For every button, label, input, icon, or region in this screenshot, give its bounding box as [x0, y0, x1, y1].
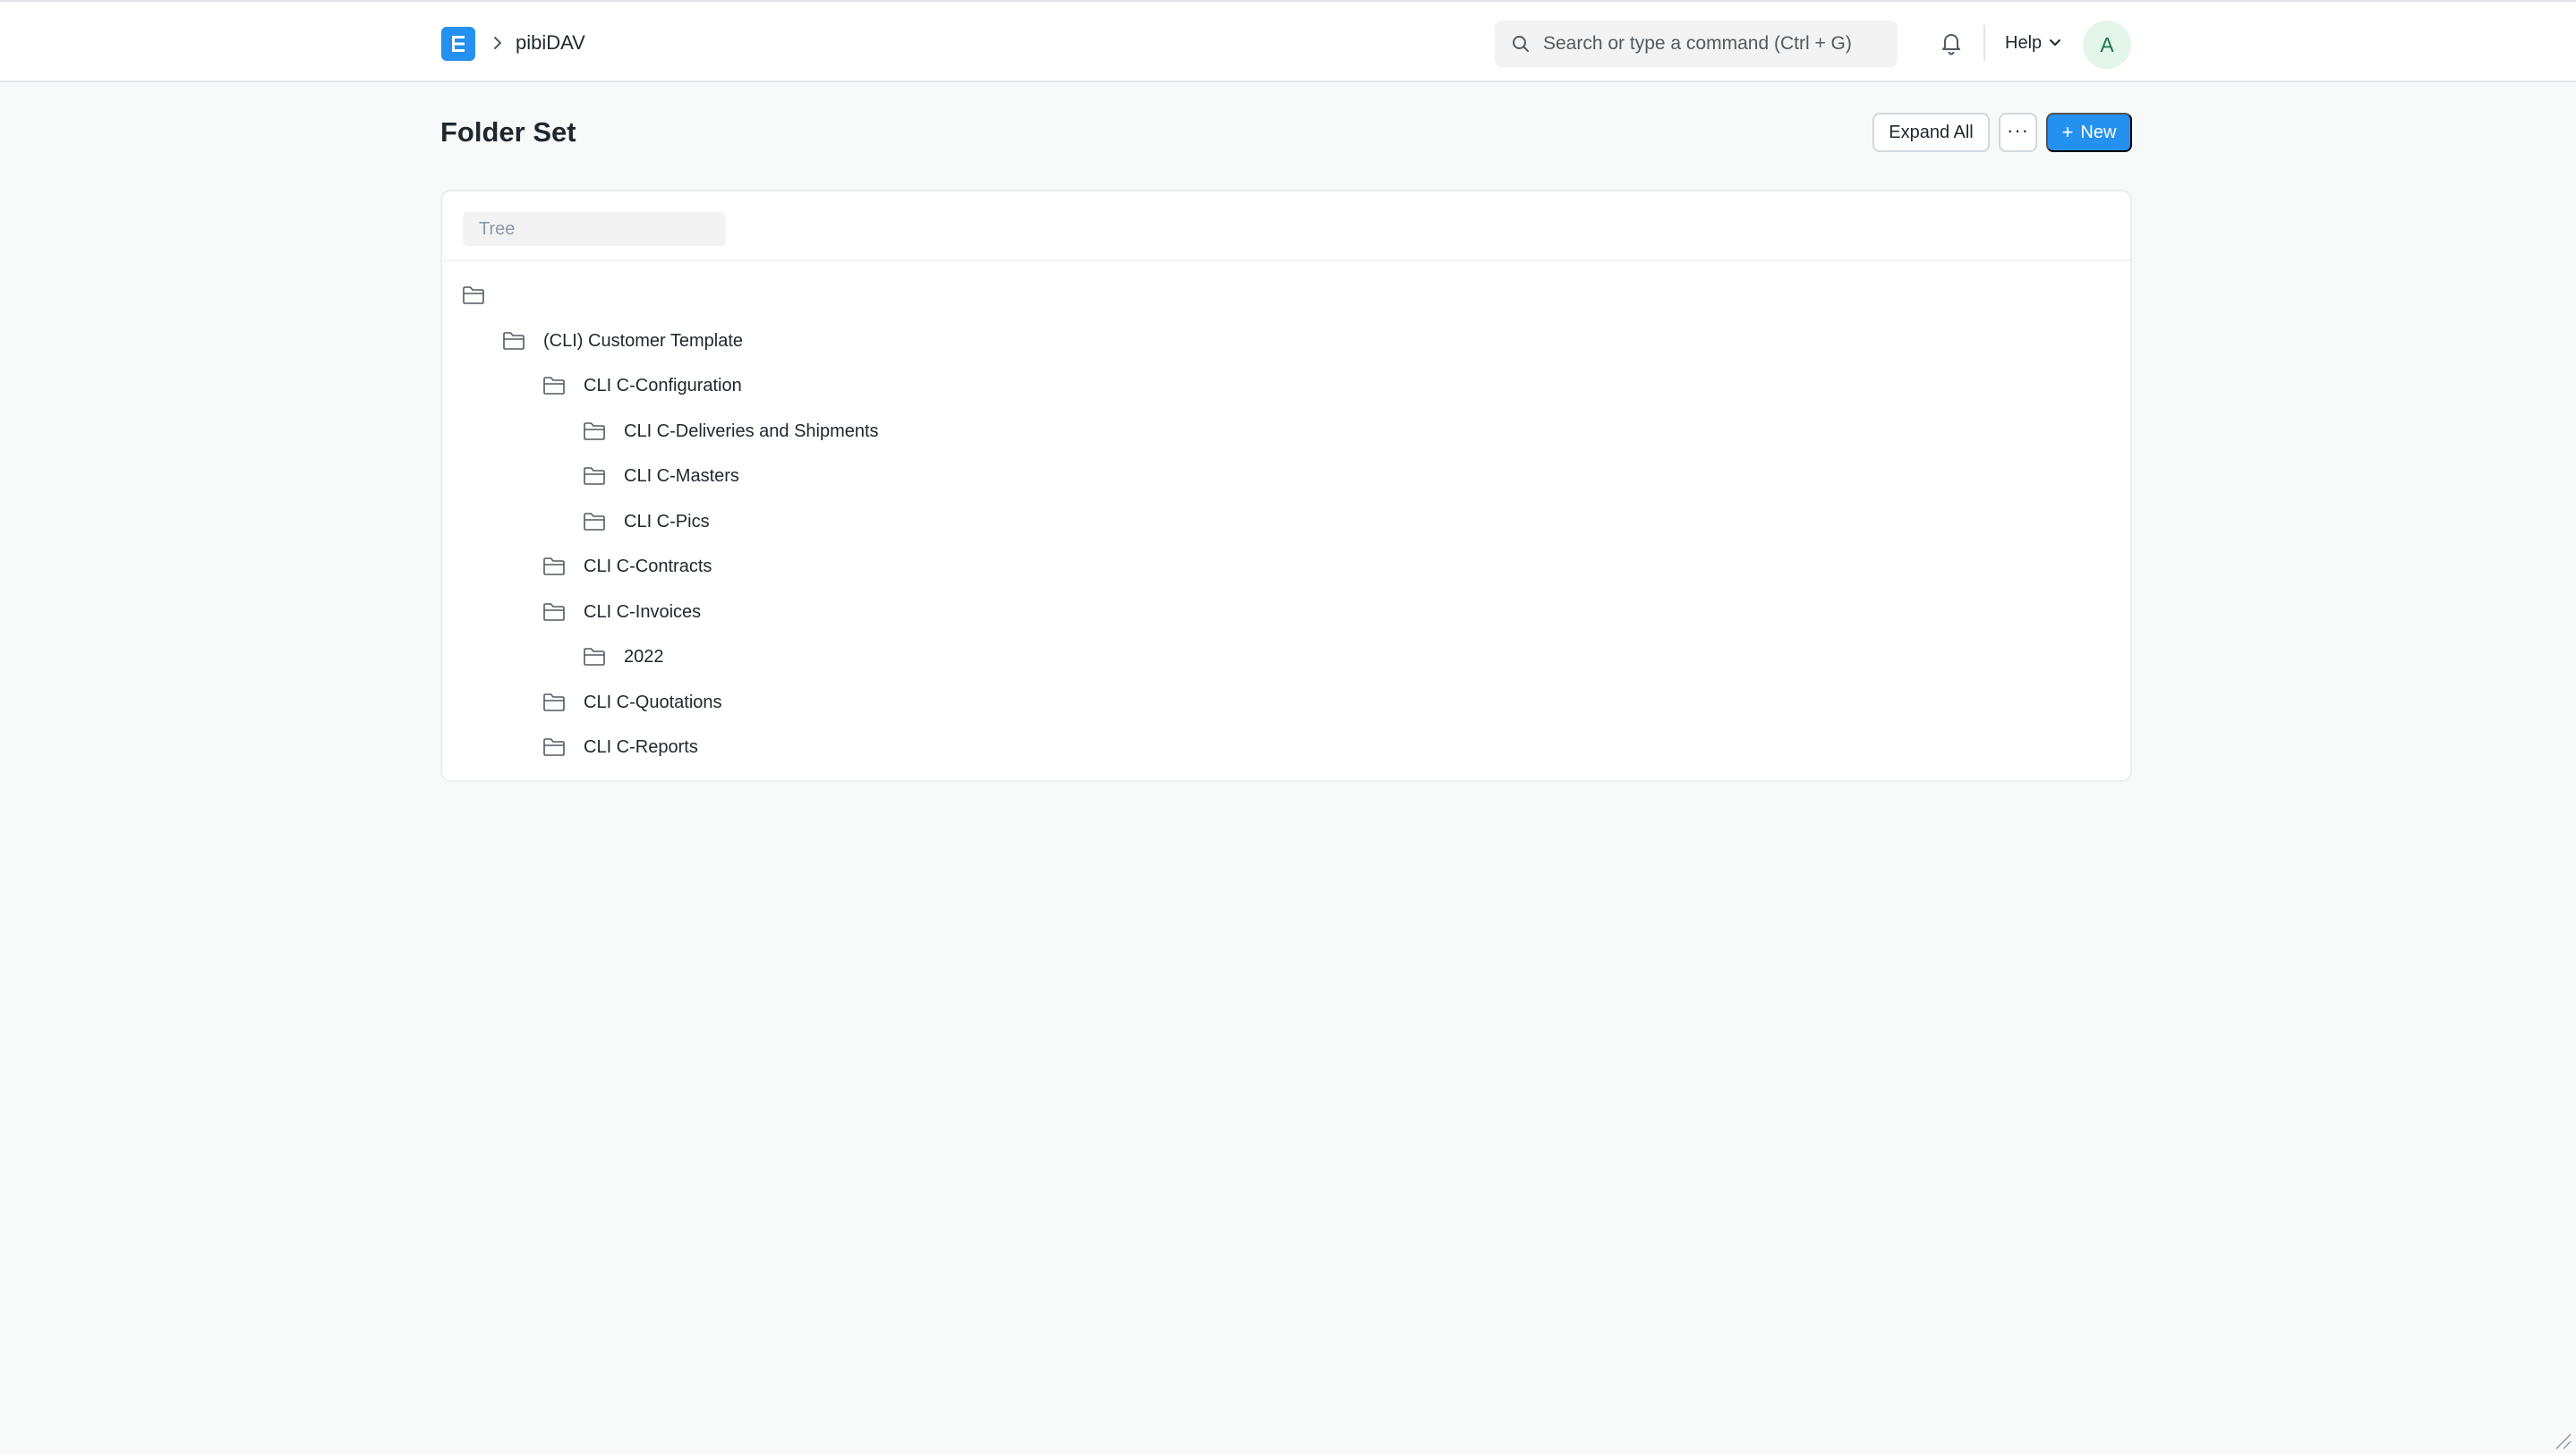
folder-icon: [583, 465, 606, 487]
tree-node-label: CLI C-Invoices: [584, 601, 702, 622]
new-button[interactable]: + New: [2046, 113, 2132, 152]
tree-node[interactable]: CLI C-Reports: [542, 731, 698, 763]
tree-node[interactable]: CLI C-Pics: [583, 506, 710, 538]
navbar: pibiDAV Search or type a command (Ctrl +…: [0, 0, 2576, 82]
tree-node-label: CLI C-Contracts: [584, 556, 712, 576]
folder-icon: [502, 330, 525, 352]
tree-filter-input[interactable]: [463, 212, 726, 246]
card-divider: [442, 259, 2130, 261]
search-placeholder: Search or type a command (Ctrl + G): [1543, 33, 1852, 54]
tree-node[interactable]: CLI C-Deliveries and Shipments: [583, 415, 879, 447]
folder-icon: [542, 556, 566, 577]
tree-node[interactable]: CLI C-Configuration: [542, 370, 742, 402]
plus-icon: +: [2061, 121, 2074, 143]
tree-node-label: 2022: [624, 646, 664, 667]
folder-icon: [542, 601, 566, 623]
folder-icon: [583, 646, 606, 667]
help-label: Help: [2005, 32, 2043, 53]
tree-node-label: (CLI) Customer Template: [543, 330, 744, 351]
tree-node-label: CLI C-Quotations: [584, 692, 722, 712]
page-title: Folder Set: [440, 116, 576, 148]
tree-node[interactable]: CLI C-Quotations: [542, 686, 722, 718]
resize-handle-icon[interactable]: [2551, 1429, 2572, 1450]
search-icon: [1511, 34, 1531, 54]
new-button-label: New: [2080, 122, 2117, 142]
tree-node[interactable]: CLI C-Masters: [583, 460, 739, 492]
tree-node[interactable]: CLI C-Contracts: [542, 550, 712, 582]
help-dropdown[interactable]: Help: [2005, 29, 2061, 57]
expand-all-button[interactable]: Expand All: [1872, 113, 1990, 152]
notification-bell-icon[interactable]: [1937, 29, 1966, 57]
tree-node-label: CLI C-Masters: [624, 465, 739, 486]
tree-card: (CLI) Customer Template CLI C-Configurati…: [440, 190, 2132, 782]
tree-node-label: CLI C-Configuration: [584, 375, 742, 395]
tree-node-label: CLI C-Deliveries and Shipments: [624, 421, 879, 441]
navbar-divider: [1983, 25, 1985, 61]
folder-icon: [583, 421, 606, 442]
search-bar[interactable]: Search or type a command (Ctrl + G): [1495, 21, 1898, 67]
folder-icon: [462, 285, 485, 306]
folder-icon: [542, 375, 566, 396]
app-logo[interactable]: [441, 27, 475, 61]
logo-e-icon: [452, 36, 465, 52]
folder-icon: [542, 736, 566, 758]
folder-icon: [542, 692, 566, 713]
folder-icon: [583, 511, 606, 532]
user-avatar[interactable]: A: [2083, 21, 2131, 69]
tree-node[interactable]: 2022: [583, 641, 664, 673]
tree-node-label: CLI C-Reports: [584, 736, 698, 757]
tree-node[interactable]: (CLI) Customer Template: [502, 325, 743, 357]
breadcrumb-link[interactable]: pibiDAV: [516, 29, 585, 57]
chevron-down-icon: [2049, 38, 2061, 47]
more-actions-button[interactable]: ···: [1999, 113, 2037, 152]
breadcrumb-chevron-icon: [490, 30, 506, 55]
tree-node-label: CLI C-Pics: [624, 511, 710, 531]
tree-node[interactable]: CLI C-Invoices: [542, 596, 701, 628]
tree-node[interactable]: [462, 279, 503, 311]
